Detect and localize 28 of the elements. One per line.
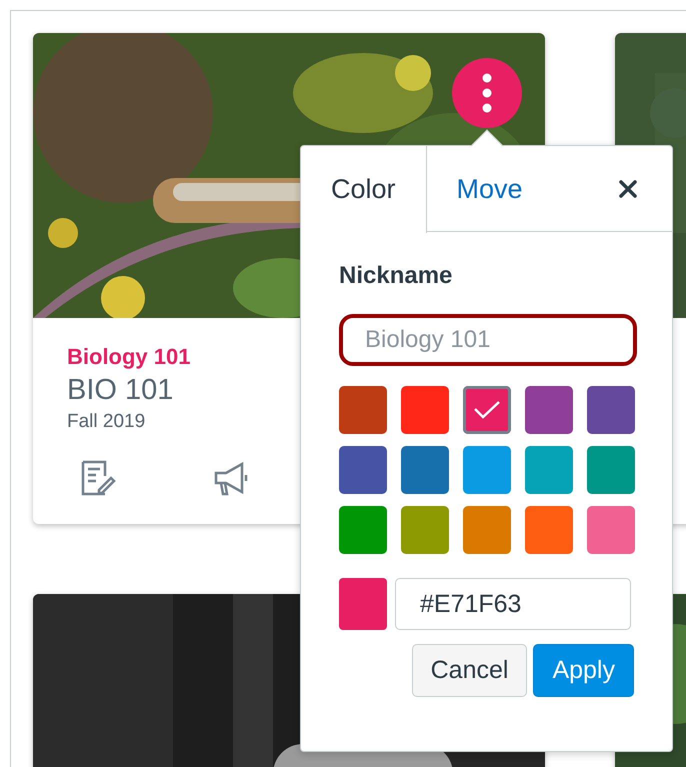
color-swatch[interactable] <box>587 446 635 494</box>
tab[interactable]: Color <box>301 146 427 233</box>
color-swatch[interactable] <box>525 386 573 434</box>
nickname-field[interactable]: Biology 101 <box>339 314 637 366</box>
hex-color-field[interactable]: #E71F63 <box>395 578 631 630</box>
color-swatch[interactable] <box>463 386 511 434</box>
color-swatch[interactable] <box>587 386 635 434</box>
color-swatch[interactable] <box>525 446 573 494</box>
check-icon <box>473 400 501 420</box>
color-swatch[interactable] <box>339 446 387 494</box>
course-term: Fall 2019 <box>67 410 146 434</box>
cancel-button[interactable]: Cancel <box>412 644 528 697</box>
color-swatch[interactable] <box>525 506 573 554</box>
color-swatch[interactable] <box>587 506 635 554</box>
color-swatch[interactable] <box>463 506 511 554</box>
color-swatch[interactable] <box>463 446 511 494</box>
color-swatch[interactable] <box>401 506 449 554</box>
close-icon <box>618 178 638 198</box>
tab[interactable]: Move <box>426 146 553 232</box>
course-nickname[interactable]: Biology 101 <box>67 340 190 373</box>
color-swatch[interactable] <box>339 506 387 554</box>
color-swatch[interactable] <box>401 446 449 494</box>
kebab-icon <box>482 73 492 113</box>
apply-button[interactable]: Apply <box>533 644 634 697</box>
color-swatch[interactable] <box>339 386 387 434</box>
nickname-label: Nickname <box>339 261 454 291</box>
course-code: BIO 101 <box>67 373 174 408</box>
color-swatch[interactable] <box>401 386 449 434</box>
